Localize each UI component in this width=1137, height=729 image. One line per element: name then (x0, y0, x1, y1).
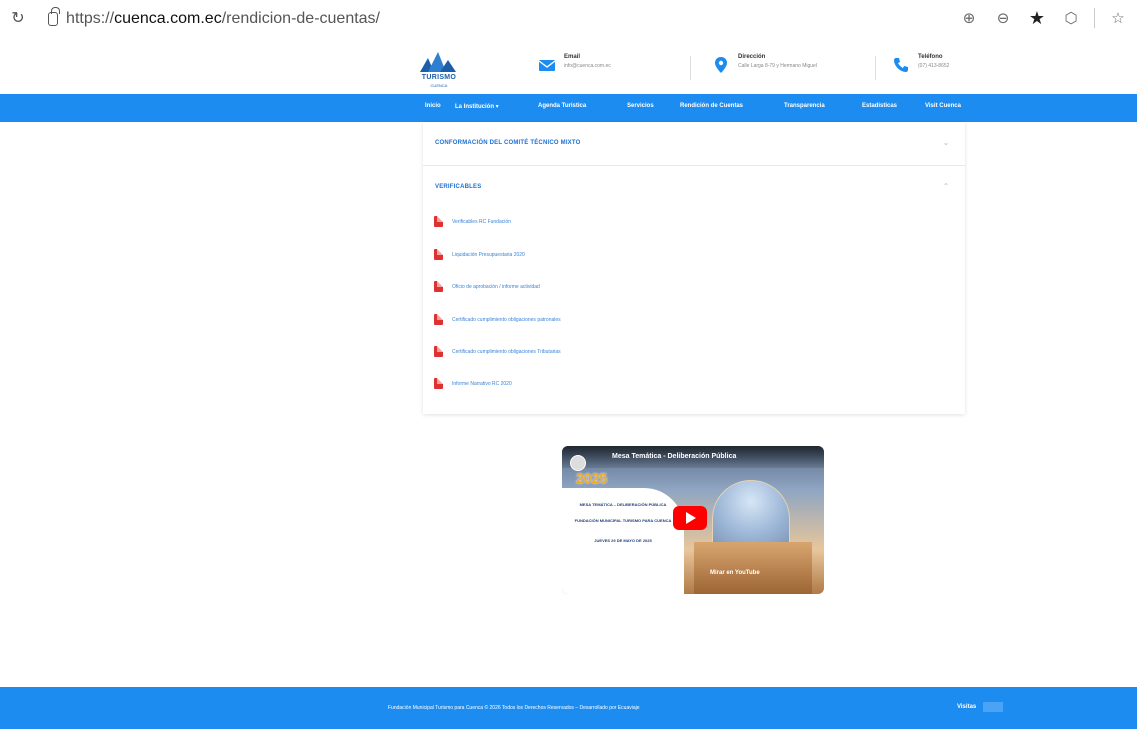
document-link[interactable]: Oficio de aprobación / informe actividad (434, 281, 540, 292)
email-icon (538, 60, 556, 71)
email-value[interactable]: info@cuenca.com.ec (564, 63, 611, 69)
pdf-icon (434, 314, 443, 325)
favorites-list-icon[interactable]: ☆ (1107, 7, 1129, 29)
chevron-down-icon: ▾ (495, 104, 499, 110)
nav-item-estadisticas[interactable]: Estadísticas (862, 103, 897, 109)
watch-on-youtube[interactable]: Mirar en YouTube (710, 570, 760, 576)
pdf-icon (434, 249, 443, 260)
channel-avatar[interactable] (570, 455, 586, 471)
address-value: Calle Larga 8-79 y Hermano Miguel (738, 63, 817, 69)
site-header: TURISMO CUENCA Email info@cuenca.com.ec … (0, 38, 1137, 94)
accordion-header-comite[interactable]: CONFORMACIÓN DEL COMITÉ TÉCNICO MIXTO ⌄ (423, 122, 965, 166)
header-divider (875, 56, 876, 80)
video-thumbnail-panel: MESA TEMÁTICA – DELIBERACIÓN PÚBLICA FUN… (562, 488, 684, 594)
phone-icon (894, 58, 908, 72)
chevron-down-icon: ⌄ (942, 138, 950, 147)
reload-icon[interactable]: ↻ (8, 9, 28, 29)
nav-item-rendicion[interactable]: Rendición de Cuentas (680, 103, 743, 109)
youtube-video-embed[interactable]: Mesa Temática - Deliberación Pública MES… (562, 446, 824, 594)
document-link[interactable]: Liquidación Presupuestaria 2020 (434, 249, 525, 260)
nav-item-agenda[interactable]: Agenda Turística (538, 103, 586, 109)
pdf-icon (434, 216, 443, 227)
visit-counter (983, 702, 1003, 712)
document-link[interactable]: Verificables RC Fundación (434, 216, 511, 227)
header-divider (690, 56, 691, 80)
chevron-up-icon: ⌃ (942, 182, 950, 191)
toolbar-divider (1094, 8, 1095, 28)
document-link[interactable]: Certificado cumplimiento obligaciones pa… (434, 314, 561, 325)
document-link[interactable]: Informe Narrativo RC 2020 (434, 378, 512, 389)
nav-item-servicios[interactable]: Servicios (627, 103, 654, 109)
phone-info: Teléfono (07) 413-8652 (892, 54, 949, 74)
address-info: Dirección Calle Larga 8-79 y Hermano Mig… (712, 54, 817, 74)
cathedral-facade-image (694, 542, 812, 594)
accordion-title: CONFORMACIÓN DEL COMITÉ TÉCNICO MIXTO (435, 140, 581, 146)
pdf-icon (434, 281, 443, 292)
site-logo[interactable]: TURISMO CUENCA (414, 48, 464, 90)
cathedral-dome-image (712, 480, 790, 550)
logo-mountains-icon (420, 52, 456, 72)
address-title: Dirección (738, 54, 766, 60)
browser-actions: ⊕ ⊖ ★ ⬡ ☆ (958, 7, 1129, 29)
nav-item-institucion[interactable]: La Institución ▾ (455, 103, 499, 110)
zoom-out-icon[interactable]: ⊖ (992, 7, 1014, 29)
extensions-icon[interactable]: ⬡ (1060, 7, 1082, 29)
video-caption: MESA TEMÁTICA – DELIBERACIÓN PÚBLICA (579, 502, 667, 507)
phone-value[interactable]: (07) 413-8652 (918, 63, 949, 69)
logo-subtext: CUENCA (430, 83, 448, 88)
logo-text: TURISMO (421, 74, 457, 81)
zoom-in-icon[interactable]: ⊕ (958, 7, 980, 29)
document-link[interactable]: Certificado cumplimiento obligaciones Tr… (434, 346, 561, 357)
video-title[interactable]: Mesa Temática - Deliberación Pública (612, 453, 736, 460)
location-pin-icon (715, 57, 727, 73)
lock-icon[interactable] (48, 7, 61, 26)
site-footer: Fundación Municipal Turismo para Cuenca … (0, 687, 1137, 729)
browser-toolbar: ↻ https://cuenca.com.ec/rendicion-de-cue… (0, 0, 1137, 38)
url-text[interactable]: https://cuenca.com.ec/rendicion-de-cuent… (66, 10, 380, 28)
phone-title: Teléfono (918, 54, 943, 60)
email-title: Email (564, 54, 581, 60)
footer-copyright: Fundación Municipal Turismo para Cuenca … (388, 705, 640, 711)
accordion-header-verificables[interactable]: VERIFICABLES ⌃ (423, 166, 965, 210)
visit-counter-label: Visitas (957, 704, 977, 710)
accordion-title: VERIFICABLES (435, 184, 482, 190)
pdf-icon (434, 346, 443, 357)
nav-item-transparencia[interactable]: Transparencia (784, 103, 825, 109)
play-button[interactable] (673, 506, 707, 530)
video-caption: FUNDACIÓN MUNICIPAL TURISMO PARA CUENCA (574, 518, 672, 523)
pdf-icon (434, 378, 443, 389)
accordion-card: CONFORMACIÓN DEL COMITÉ TÉCNICO MIXTO ⌄ … (423, 122, 965, 414)
favorite-star-icon[interactable]: ★ (1026, 7, 1048, 29)
video-caption: JUEVES 29 DE MAYO DE 2025 (594, 538, 652, 543)
video-year: 2025 (576, 470, 608, 486)
main-nav: Inicio La Institución ▾ Agenda Turística… (0, 94, 1137, 122)
email-info: Email info@cuenca.com.ec (538, 54, 611, 74)
nav-item-inicio[interactable]: Inicio (425, 103, 441, 109)
address-bar[interactable]: https://cuenca.com.ec/rendicion-de-cuent… (40, 5, 380, 33)
nav-item-visit-cuenca[interactable]: Visit Cuenca (925, 103, 961, 109)
